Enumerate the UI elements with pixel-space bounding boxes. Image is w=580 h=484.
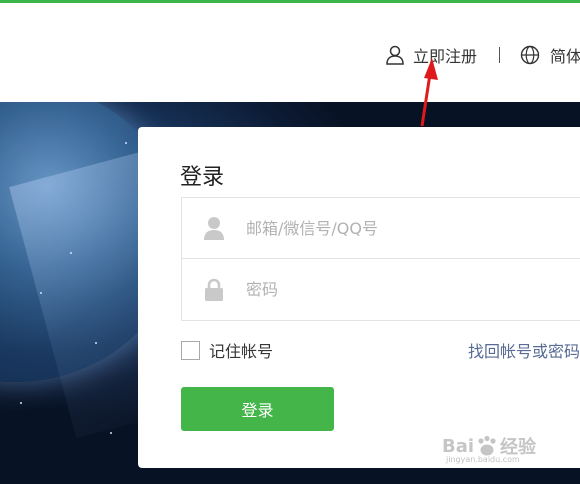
username-input[interactable] <box>246 198 580 258</box>
password-field[interactable] <box>181 259 580 321</box>
star <box>40 292 42 294</box>
star <box>70 252 72 254</box>
login-title: 登录 <box>180 165 225 190</box>
remember-checkbox[interactable] <box>181 340 200 360</box>
star <box>110 432 112 434</box>
username-field[interactable] <box>181 197 580 259</box>
watermark-url: jingyan.baidu.com <box>446 455 520 464</box>
star <box>20 402 22 404</box>
language-label: 简体 <box>550 47 580 66</box>
star <box>95 342 97 344</box>
user-icon <box>386 45 404 65</box>
register-link[interactable]: 立即注册 <box>385 43 477 67</box>
header: 立即注册 简体 <box>0 3 580 102</box>
register-label: 立即注册 <box>413 47 478 66</box>
forgot-account-link[interactable]: 找回帐号或密码 <box>468 338 580 362</box>
user-icon <box>182 216 246 240</box>
baidu-watermark: Bai 经验 jingyan.baidu.com <box>442 433 536 465</box>
star <box>125 142 127 144</box>
login-card: 登录 记住帐号 找回帐号或密码 登录 <box>138 127 580 468</box>
header-separator <box>499 47 500 63</box>
lock-icon <box>182 278 246 302</box>
watermark-brand: Bai <box>442 435 475 457</box>
login-button[interactable]: 登录 <box>181 387 334 431</box>
language-switch[interactable]: 简体 <box>520 43 580 67</box>
paw-icon <box>478 435 496 456</box>
password-input[interactable] <box>246 259 580 320</box>
globe-icon <box>520 45 540 65</box>
remember-account[interactable]: 记住帐号 <box>181 338 273 362</box>
remember-label: 记住帐号 <box>209 342 274 361</box>
